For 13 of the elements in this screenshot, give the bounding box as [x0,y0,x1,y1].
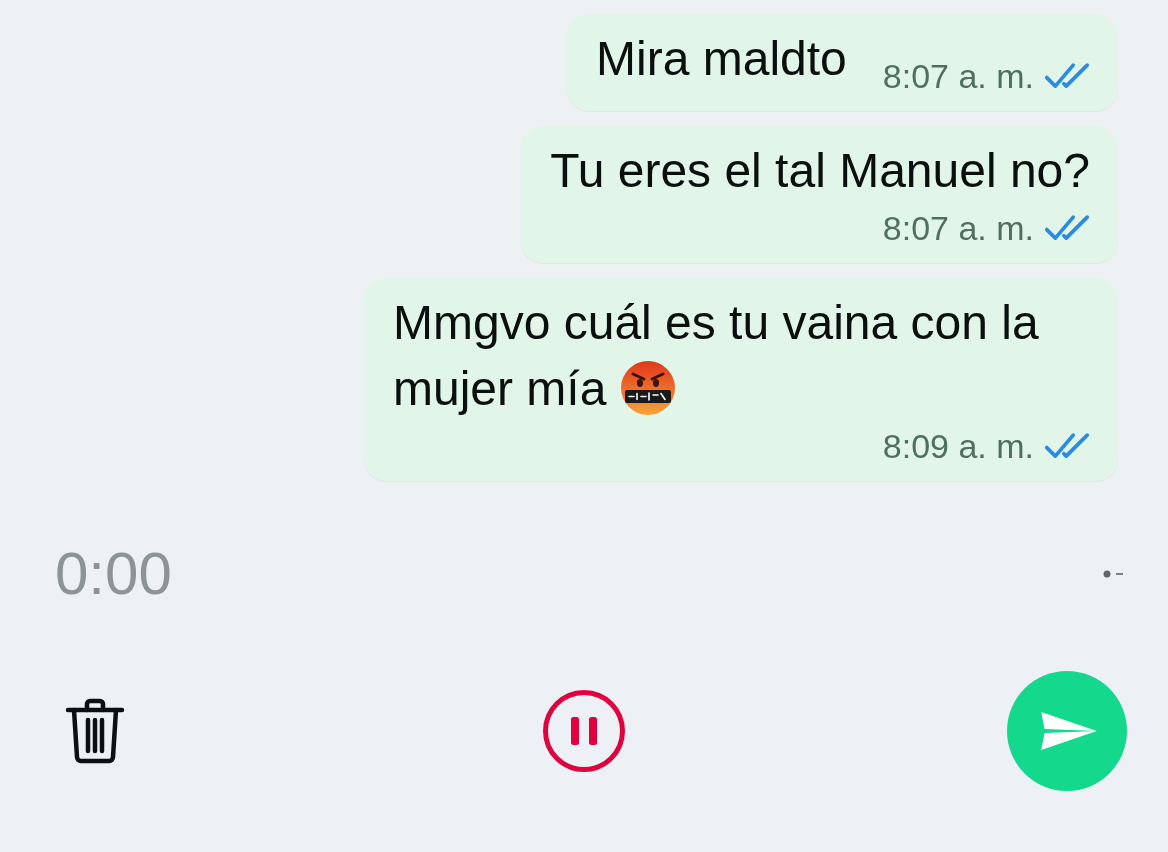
message-text: Mmgvo cuál es tu vaina con la mujer mía [393,296,1039,415]
trash-icon [65,698,125,764]
pause-icon [571,717,597,745]
message-time: 8:07 a. m. [882,56,1034,96]
message-text: Tu eres el tal Manuel no? [550,144,1090,197]
message-time: 8:09 a. m. [882,426,1034,466]
recording-timer: 0:00 [55,544,172,604]
pause-button[interactable] [543,690,625,772]
send-icon [1040,711,1098,751]
message-text: Mira maldto [596,32,847,85]
delete-button[interactable] [65,698,125,764]
waveform-icon [1103,570,1125,578]
message-time: 8:07 a. m. [882,208,1034,248]
